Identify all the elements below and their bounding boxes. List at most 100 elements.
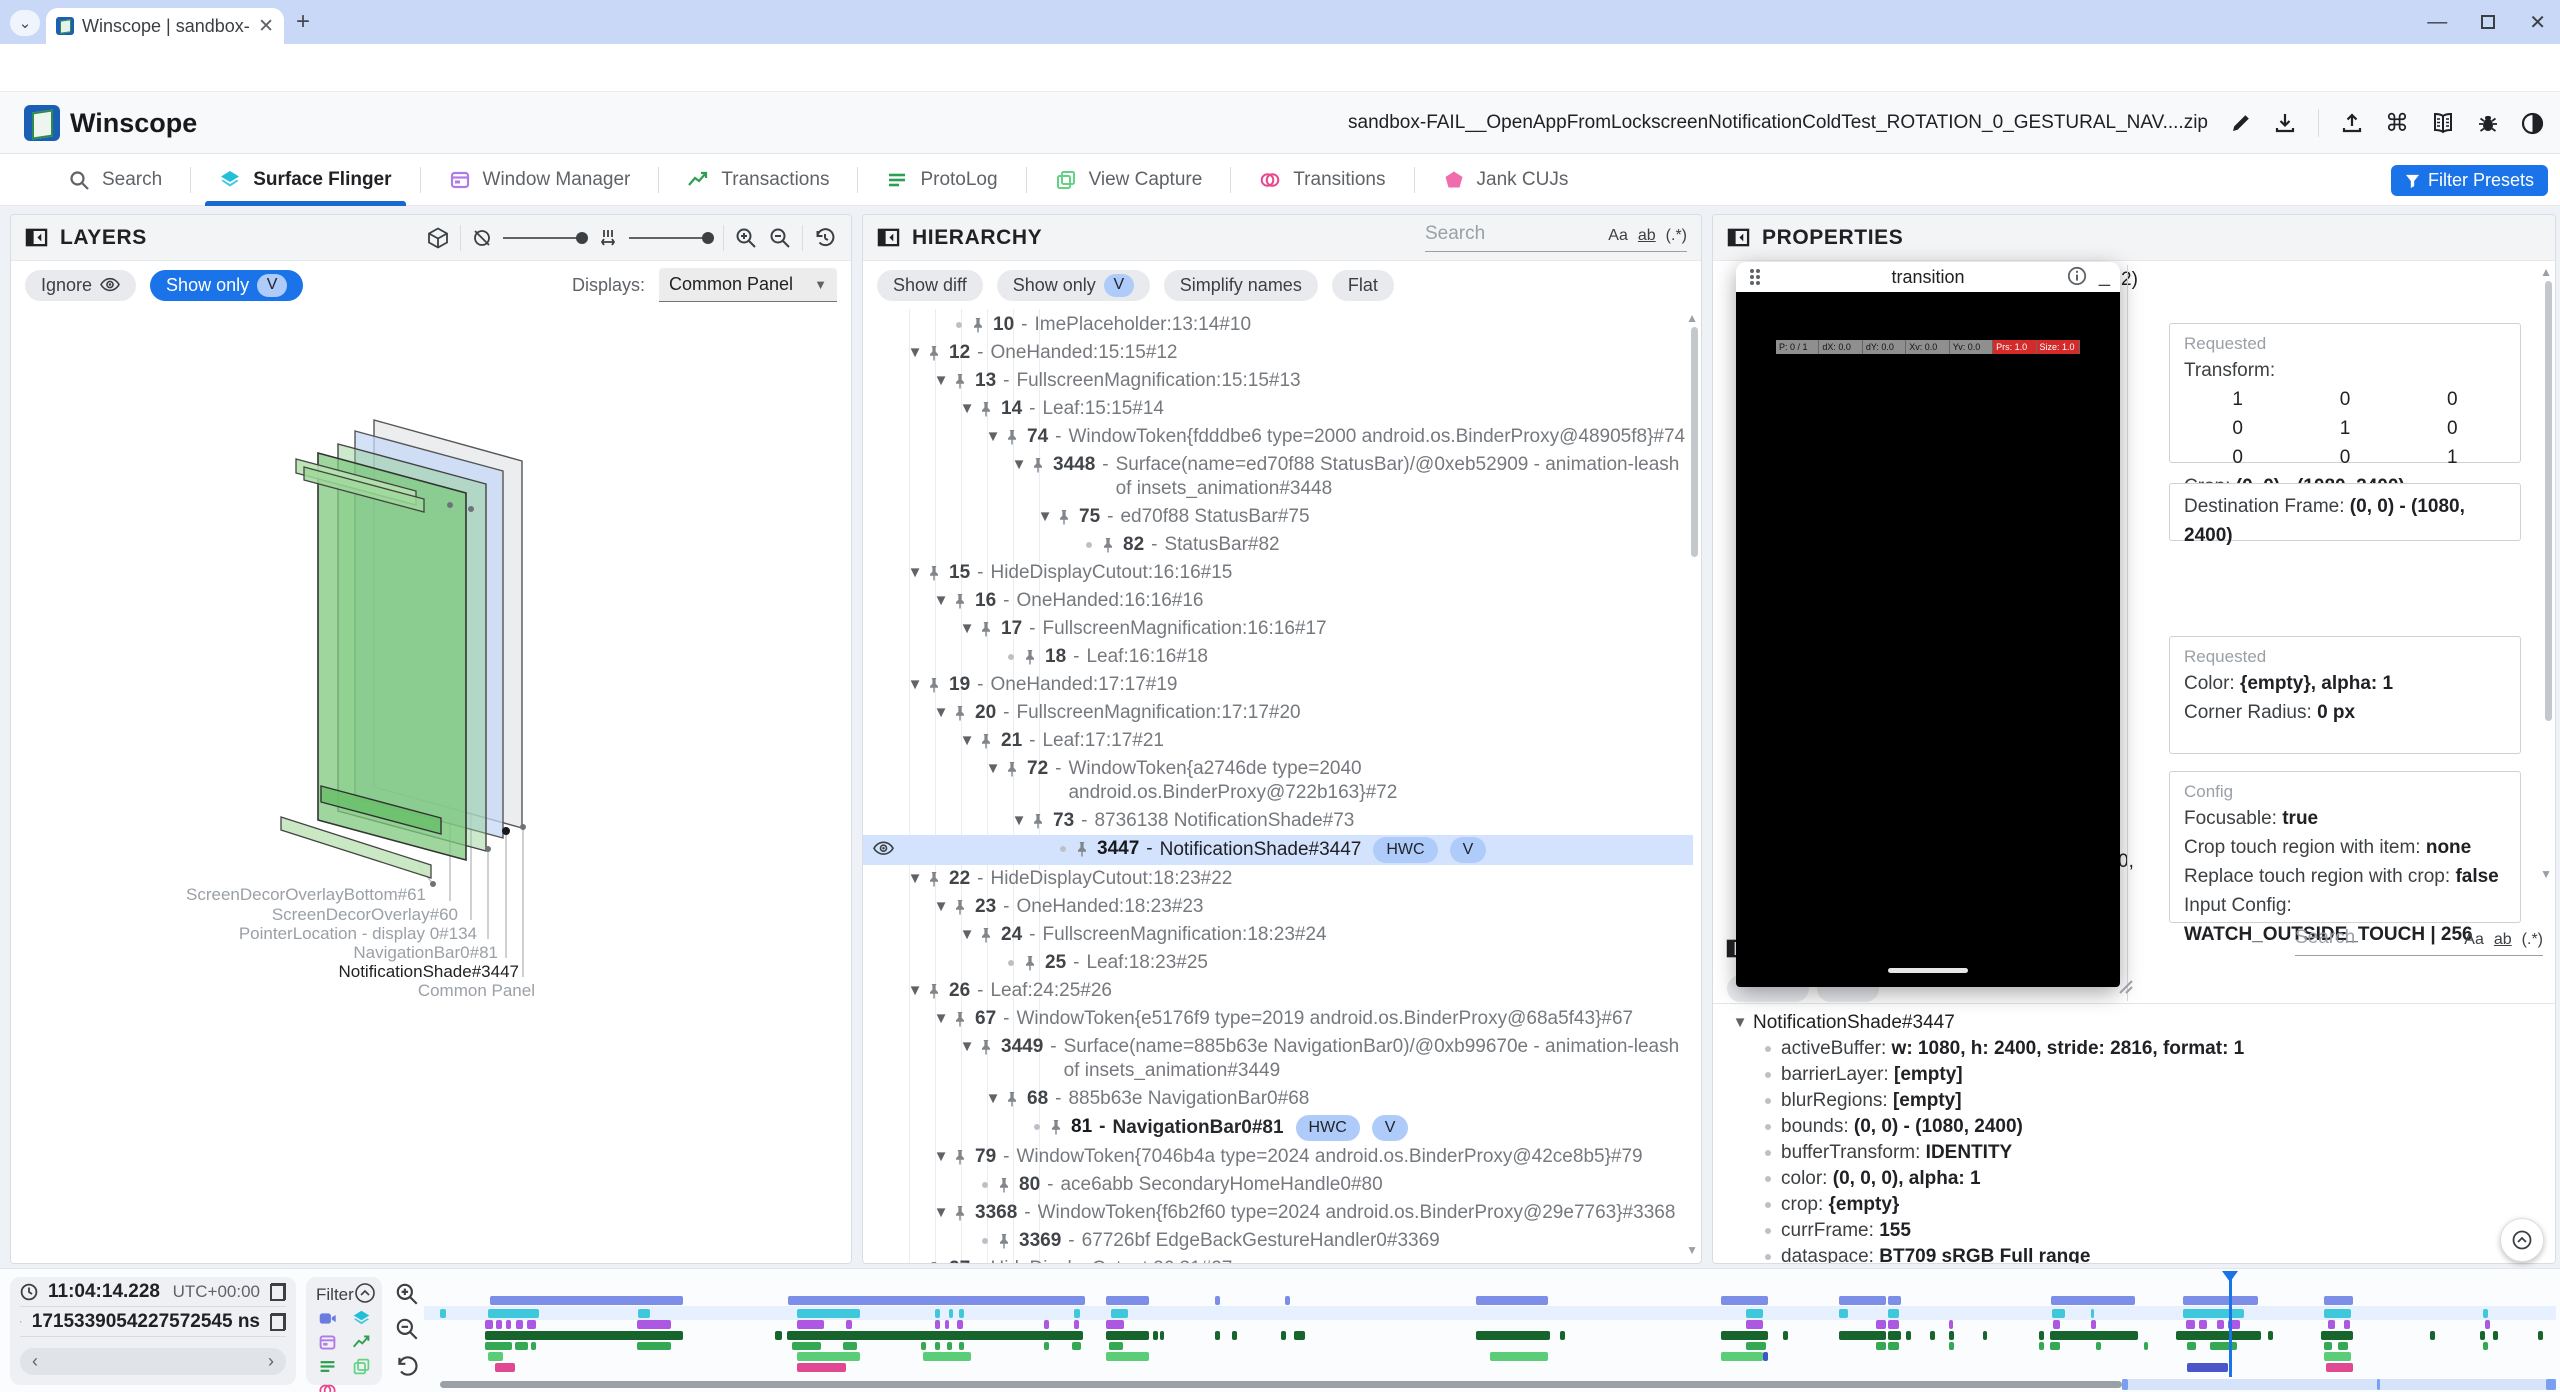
pin-icon[interactable] bbox=[953, 593, 967, 609]
pin-icon[interactable] bbox=[1031, 813, 1045, 829]
trace-block-surface-flinger[interactable] bbox=[2091, 1309, 2094, 1318]
chevron-down-icon[interactable]: ▼ bbox=[929, 1145, 953, 1169]
hierarchy-node-3368[interactable]: ▼3368-WindowToken{f6b2f60 type=2024 andr… bbox=[863, 1199, 1693, 1227]
resize-handle[interactable] bbox=[2116, 977, 2134, 995]
pin-icon[interactable] bbox=[927, 871, 941, 887]
report-bug-icon[interactable] bbox=[2477, 112, 2499, 134]
hierarchy-node-12[interactable]: ▼12-OneHanded:15:15#12 bbox=[863, 339, 1693, 367]
dark-mode-toggle-icon[interactable] bbox=[2521, 112, 2544, 135]
tab-transactions[interactable]: Transactions bbox=[659, 154, 857, 206]
trace-block-transactions[interactable] bbox=[1983, 1331, 1987, 1340]
pin-icon[interactable] bbox=[979, 733, 993, 749]
displays-select[interactable]: Common Panel ▼ bbox=[659, 268, 837, 302]
trace-block-transactions[interactable] bbox=[1888, 1331, 1901, 1340]
trace-block-window-manager[interactable] bbox=[1888, 1320, 1899, 1329]
trace-block-window-manager[interactable] bbox=[1044, 1320, 1049, 1329]
timeline-zoom-in-icon[interactable] bbox=[394, 1281, 420, 1307]
pin-icon[interactable] bbox=[953, 1205, 967, 1221]
trace-block-transitions-and-jank[interactable] bbox=[2326, 1363, 2353, 1372]
hierarchy-node-3448[interactable]: ▼3448-Surface(name=ed70f88 StatusBar)/@0… bbox=[863, 451, 1693, 503]
download-traces-icon[interactable] bbox=[2274, 112, 2296, 134]
trace-block-protolog[interactable] bbox=[1109, 1342, 1123, 1350]
layer-3d-label[interactable]: ScreenDecorOverlayBottom#61 bbox=[186, 885, 426, 905]
timeline-zoom-handle[interactable] bbox=[2377, 1379, 2380, 1390]
trace-block-transactions[interactable] bbox=[2480, 1331, 2485, 1340]
minimize-window-icon[interactable]: — bbox=[2427, 11, 2447, 34]
trace-block-transactions[interactable] bbox=[2538, 1331, 2543, 1340]
hierarchy-node-68[interactable]: ▼68-885b63e NavigationBar0#68 bbox=[863, 1085, 1693, 1113]
trace-block-protolog[interactable] bbox=[2187, 1342, 2196, 1350]
timeline-scrollbar-thumb[interactable] bbox=[440, 1381, 2122, 1388]
chevron-down-icon[interactable]: ▼ bbox=[955, 923, 979, 947]
trace-block-protolog[interactable] bbox=[792, 1342, 821, 1350]
trace-block-surface-flinger[interactable] bbox=[1746, 1309, 1763, 1318]
tab-protolog[interactable]: ProtoLog bbox=[858, 154, 1025, 206]
pin-icon[interactable] bbox=[971, 317, 985, 333]
trace-block-screen-recording[interactable] bbox=[1285, 1296, 1290, 1305]
chevron-down-icon[interactable]: ▼ bbox=[1727, 1010, 1753, 1036]
trace-block-screen-recording[interactable] bbox=[1839, 1296, 1886, 1305]
ignore-highlight-chip[interactable]: Ignore bbox=[25, 270, 136, 301]
filter-presets-button[interactable]: Filter Presets bbox=[2391, 165, 2548, 196]
trace-block-transactions[interactable] bbox=[775, 1331, 782, 1340]
trace-block-transactions[interactable] bbox=[787, 1331, 1083, 1340]
hierarchy-node-24[interactable]: ▼24-FullscreenMagnification:18:23#24 bbox=[863, 921, 1693, 949]
timeline-reset-zoom-icon[interactable] bbox=[394, 1353, 420, 1379]
trace-block-transactions[interactable] bbox=[1560, 1331, 1565, 1340]
trace-block-screen-recording[interactable] bbox=[2183, 1296, 2258, 1305]
trace-block-surface-flinger[interactable] bbox=[440, 1309, 446, 1318]
pin-icon[interactable] bbox=[997, 1233, 1011, 1249]
trace-block-view-capture[interactable] bbox=[2324, 1352, 2351, 1361]
hierarchy-node-13[interactable]: ▼13-FullscreenMagnification:15:15#13 bbox=[863, 367, 1693, 395]
trace-block-protolog[interactable] bbox=[947, 1342, 952, 1350]
trace-block-transactions[interactable] bbox=[2268, 1331, 2273, 1340]
trace-block-protolog[interactable] bbox=[2210, 1342, 2237, 1350]
trace-block-window-manager[interactable] bbox=[1106, 1320, 1124, 1329]
hierarchy-search[interactable]: Search Aa ab (.*) bbox=[1425, 223, 1687, 252]
trace-block-screen-recording[interactable] bbox=[788, 1296, 1085, 1305]
property-tree-root[interactable]: ▼NotificationShade#3447 bbox=[1727, 1010, 2555, 1036]
chevron-down-icon[interactable]: ▼ bbox=[903, 1257, 927, 1263]
chevron-down-icon[interactable]: ▼ bbox=[955, 397, 979, 421]
trace-block-protolog[interactable] bbox=[921, 1342, 926, 1350]
trace-block-window-manager[interactable] bbox=[2053, 1320, 2060, 1329]
pin-icon[interactable] bbox=[1049, 1119, 1063, 1135]
flat-chip[interactable]: Flat bbox=[1332, 270, 1394, 301]
trace-block-protolog[interactable] bbox=[531, 1342, 536, 1350]
copy-time-icon[interactable] bbox=[270, 1283, 286, 1301]
hierarchy-node-3369[interactable]: 3369-67726bf EdgeBackGestureHandler0#336… bbox=[863, 1227, 1693, 1255]
pin-icon[interactable] bbox=[927, 983, 941, 999]
chevron-down-icon[interactable]: ▼ bbox=[929, 589, 953, 613]
layer-3d-label[interactable]: NavigationBar0#81 bbox=[353, 943, 498, 963]
pin-icon[interactable] bbox=[927, 1261, 941, 1263]
trace-block-protolog[interactable] bbox=[2096, 1342, 2101, 1350]
trace-block-transactions[interactable] bbox=[2493, 1331, 2498, 1340]
chevron-down-icon[interactable]: ▼ bbox=[955, 617, 979, 641]
trace-block-protolog[interactable] bbox=[1949, 1342, 1954, 1350]
trace-block-transitions-and-jank[interactable] bbox=[2187, 1363, 2228, 1372]
trace-block-window-manager[interactable] bbox=[1074, 1320, 1079, 1329]
trace-block-transactions[interactable] bbox=[1106, 1331, 1149, 1340]
drag-handle-icon[interactable] bbox=[1750, 269, 1764, 287]
documentation-icon[interactable] bbox=[2431, 112, 2455, 134]
pin-icon[interactable] bbox=[1031, 457, 1045, 473]
trace-block-surface-flinger[interactable] bbox=[797, 1309, 860, 1318]
chevron-down-icon[interactable]: ▼ bbox=[929, 701, 953, 725]
pin-icon[interactable] bbox=[979, 927, 993, 943]
trace-block-transactions[interactable] bbox=[1232, 1331, 1237, 1340]
trace-block-transactions[interactable] bbox=[1215, 1331, 1220, 1340]
match-case-toggle[interactable]: Aa bbox=[2464, 931, 2484, 949]
hierarchy-node-17[interactable]: ▼17-FullscreenMagnification:16:16#17 bbox=[863, 615, 1693, 643]
trace-block-window-manager[interactable] bbox=[935, 1320, 940, 1329]
chevron-down-icon[interactable]: ▼ bbox=[929, 895, 953, 919]
simplify-names-chip[interactable]: Simplify names bbox=[1164, 270, 1318, 301]
trace-block-surface-flinger[interactable] bbox=[949, 1309, 953, 1318]
ns-timestamp[interactable]: 1715339054227572545 ns bbox=[32, 1311, 260, 1333]
trace-block-protolog[interactable] bbox=[843, 1342, 857, 1350]
chevron-down-icon[interactable]: ▼ bbox=[955, 1035, 979, 1059]
upload-new-trace-icon[interactable] bbox=[2341, 112, 2363, 134]
trace-block-screen-recording[interactable] bbox=[2324, 1296, 2353, 1305]
hierarchy-node-67[interactable]: ▼67-WindowToken{e5176f9 type=2019 androi… bbox=[863, 1005, 1693, 1033]
filter-chart-icon[interactable] bbox=[352, 1333, 378, 1352]
hierarchy-node-72[interactable]: ▼72-WindowToken{a2746de type=2040 androi… bbox=[863, 755, 1693, 807]
